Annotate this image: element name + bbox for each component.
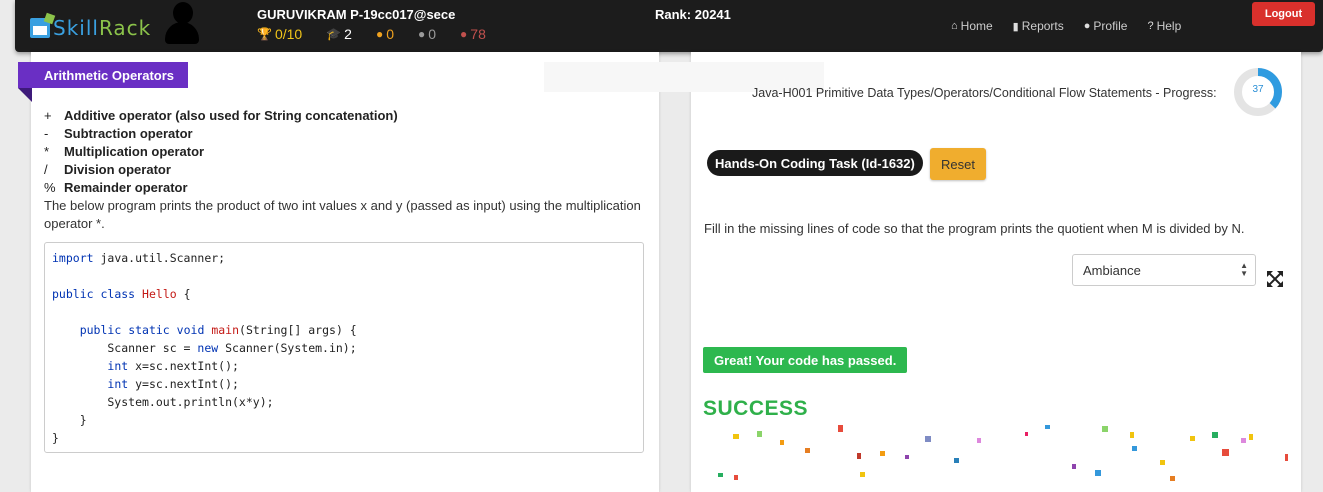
- code-line: Scanner sc = new Scanner(System.in);: [52, 341, 357, 355]
- stat-bronze: ● 78: [460, 26, 486, 42]
- operator-item: - Subtraction operator: [44, 126, 193, 141]
- medal-silver-icon: ●: [418, 27, 426, 41]
- confetti-decoration: [718, 425, 1288, 481]
- bar-chart-icon: ▮: [1012, 20, 1019, 33]
- select-arrows-icon: ▲ ▼: [1240, 261, 1248, 278]
- user-icon: ●: [1083, 20, 1091, 32]
- nav-home[interactable]: ⌂ Home: [951, 19, 993, 33]
- operator-item: % Remainder operator: [44, 180, 188, 195]
- lesson-title: Arithmetic Operators: [18, 62, 189, 88]
- stat-silver: ● 0: [418, 26, 437, 42]
- stat-gold: ● 0: [375, 26, 394, 42]
- nav-profile[interactable]: ● Profile: [1084, 19, 1128, 33]
- stat-trophies: 🏆 0/10: [257, 26, 303, 42]
- logo-text: SkillRack: [53, 16, 152, 40]
- ribbon-fold: [18, 88, 32, 102]
- code-line: int y=sc.nextInt();: [107, 377, 239, 391]
- task-id-badge: Hands-On Coding Task (Id-1632): [707, 150, 923, 176]
- code-line: public static void main(String[] args) {: [79, 323, 357, 337]
- medal-gold-icon: ●: [375, 27, 384, 41]
- progress-value: 37: [1252, 84, 1264, 95]
- stat-courses: 🎓 2: [326, 26, 352, 42]
- graduation-cap-icon: 🎓: [326, 27, 342, 41]
- user-stats: 🏆 0/10 🎓 2 ● 0 ● 0 ● 78: [257, 26, 510, 42]
- medal-bronze-icon: ●: [460, 27, 468, 41]
- operator-item: + Additive operator (also used for String…: [44, 108, 398, 123]
- avatar: [165, 2, 199, 44]
- nav-reports[interactable]: ▮ Reports: [1013, 19, 1064, 33]
- code-line: import java.util.Scanner;: [52, 251, 226, 265]
- operator-list: + Additive operator (also used for String…: [44, 107, 398, 197]
- nav-links: ⌂ Home ▮ Reports ● Profile ? Help: [951, 19, 1201, 33]
- user-name: GURUVIKRAM P-19cc017@sece: [257, 7, 456, 22]
- code-line: }: [52, 431, 59, 445]
- rank-label: Rank: 20241: [655, 7, 731, 22]
- top-navbar: SkillRack GURUVIKRAM P-19cc017@sece 🏆 0/…: [15, 0, 1323, 52]
- help-icon: ?: [1147, 20, 1154, 32]
- code-line: public class Hello {: [52, 287, 191, 301]
- code-line: }: [52, 413, 87, 427]
- theme-select[interactable]: Ambiance ▲ ▼: [1072, 254, 1256, 286]
- code-line: int x=sc.nextInt();: [107, 359, 239, 373]
- logo-icon: [30, 18, 50, 38]
- nav-help[interactable]: ? Help: [1147, 19, 1181, 33]
- operator-item: / Division operator: [44, 162, 171, 177]
- trophy-icon: 🏆: [257, 27, 272, 41]
- result-badge: Great! Your code has passed.: [703, 347, 908, 373]
- operator-item: * Multiplication operator: [44, 144, 205, 159]
- task-question: Fill in the missing lines of code so tha…: [704, 221, 1245, 236]
- reset-button[interactable]: Reset: [930, 148, 986, 180]
- lesson-description: The below program prints the product of …: [44, 198, 641, 231]
- logout-button[interactable]: Logout: [1252, 2, 1315, 26]
- code-line: System.out.println(x*y);: [52, 395, 274, 409]
- home-icon: ⌂: [951, 20, 958, 32]
- success-heading: SUCCESS: [703, 397, 809, 420]
- code-sample: import java.util.Scanner; public class H…: [44, 242, 644, 453]
- progress-label: Java-H001 Primitive Data Types/Operators…: [752, 86, 1217, 100]
- skillrack-logo[interactable]: SkillRack: [30, 16, 151, 40]
- fullscreen-icon[interactable]: [1266, 270, 1284, 288]
